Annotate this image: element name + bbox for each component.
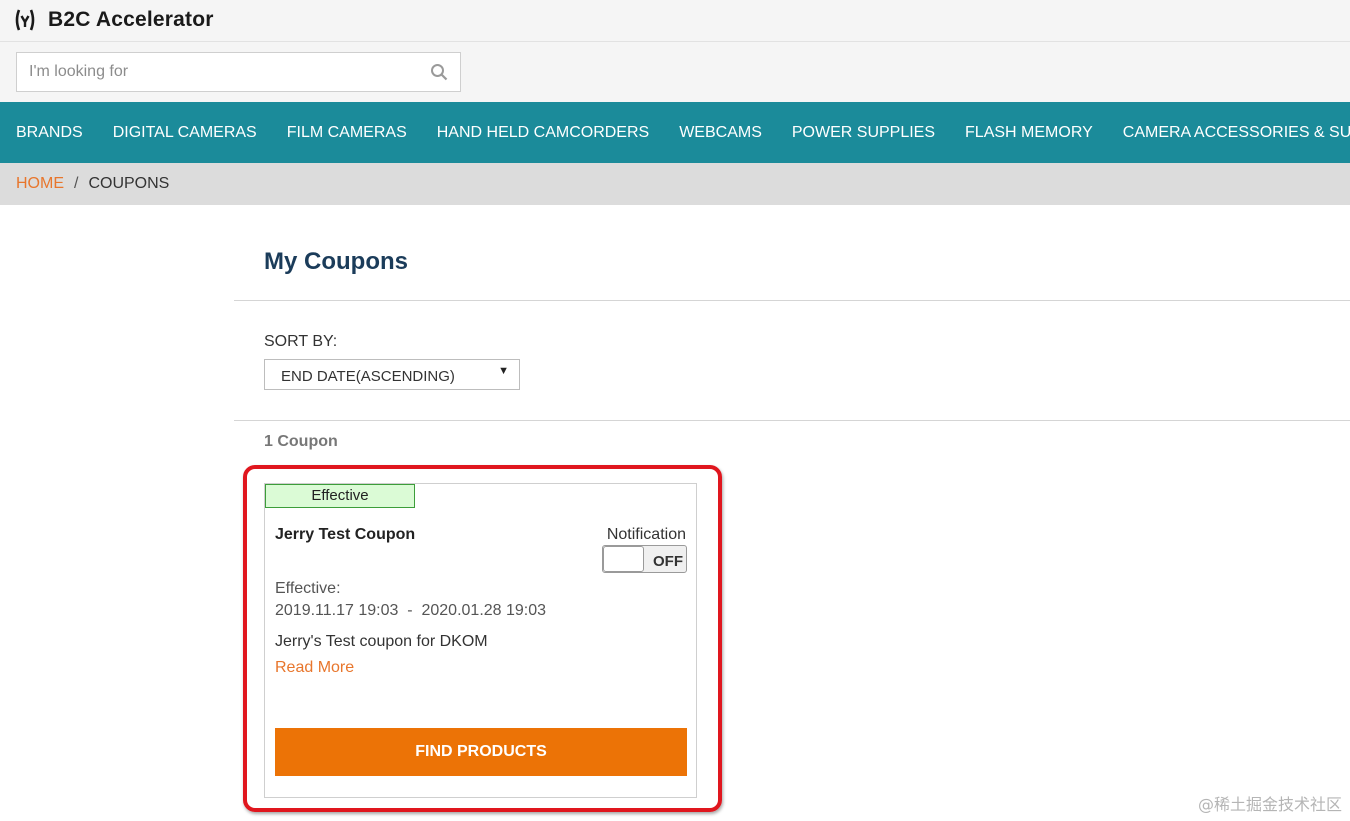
sort-selected-value: END DATE(ASCENDING) <box>281 368 455 385</box>
top-bar: B2C Accelerator <box>0 0 1350 42</box>
search-icon[interactable] <box>430 63 448 81</box>
find-products-button[interactable]: FIND PRODUCTS <box>275 728 687 776</box>
nav-item-power-supplies[interactable]: POWER SUPPLIES <box>777 102 950 163</box>
nav-item-flash-memory[interactable]: FLASH MEMORY <box>950 102 1108 163</box>
search-input[interactable] <box>17 53 417 91</box>
logo-icon <box>14 8 36 32</box>
logo-text: B2C Accelerator <box>48 8 214 31</box>
sort-select[interactable]: END DATE(ASCENDING) ▼ <box>264 359 520 390</box>
breadcrumb-home-link[interactable]: HOME <box>16 175 64 193</box>
nav-item-camera-accessories[interactable]: CAMERA ACCESSORIES & SUPPLIES <box>1108 102 1350 163</box>
search-box <box>16 52 461 92</box>
notification-label: Notification <box>606 526 686 543</box>
breadcrumb: HOME / COUPONS <box>0 163 1350 205</box>
page-title: My Coupons <box>264 248 408 275</box>
read-more-link[interactable]: Read More <box>275 659 354 677</box>
watermark: @稀土掘金技术社区 <box>1197 795 1342 814</box>
nav-item-webcams[interactable]: WEBCAMS <box>664 102 777 163</box>
coupon-count: 1 Coupon <box>264 433 338 450</box>
coupon-name: Jerry Test Coupon <box>275 526 416 543</box>
coupon-description: Jerry's Test coupon for DKOM <box>275 633 488 650</box>
logo[interactable]: B2C Accelerator <box>14 8 214 32</box>
search-row <box>0 42 1350 102</box>
nav-item-digital-cameras[interactable]: DIGITAL CAMERAS <box>98 102 272 163</box>
nav-item-brands[interactable]: BRANDS <box>0 102 98 163</box>
effective-date-range: 2019.11.17 19:03 - 2020.01.28 19:03 <box>275 602 547 619</box>
notification-toggle[interactable]: OFF <box>602 545 687 573</box>
coupon-card: Effective Jerry Test Coupon Notification… <box>264 483 697 798</box>
status-badge: Effective <box>265 484 415 508</box>
breadcrumb-separator: / <box>74 175 79 192</box>
toggle-knob <box>603 546 644 572</box>
effective-label: Effective: <box>275 580 341 597</box>
category-nav: BRANDS DIGITAL CAMERAS FILM CAMERAS HAND… <box>0 102 1350 163</box>
nav-item-hand-held-camcorders[interactable]: HAND HELD CAMCORDERS <box>422 102 664 163</box>
breadcrumb-current: COUPONS <box>88 175 170 192</box>
divider <box>234 420 1350 421</box>
toggle-state-text: OFF <box>653 553 683 570</box>
nav-item-film-cameras[interactable]: FILM CAMERAS <box>272 102 422 163</box>
divider <box>234 300 1350 301</box>
caret-down-icon: ▼ <box>498 365 509 377</box>
sort-label: SORT BY: <box>264 333 338 350</box>
